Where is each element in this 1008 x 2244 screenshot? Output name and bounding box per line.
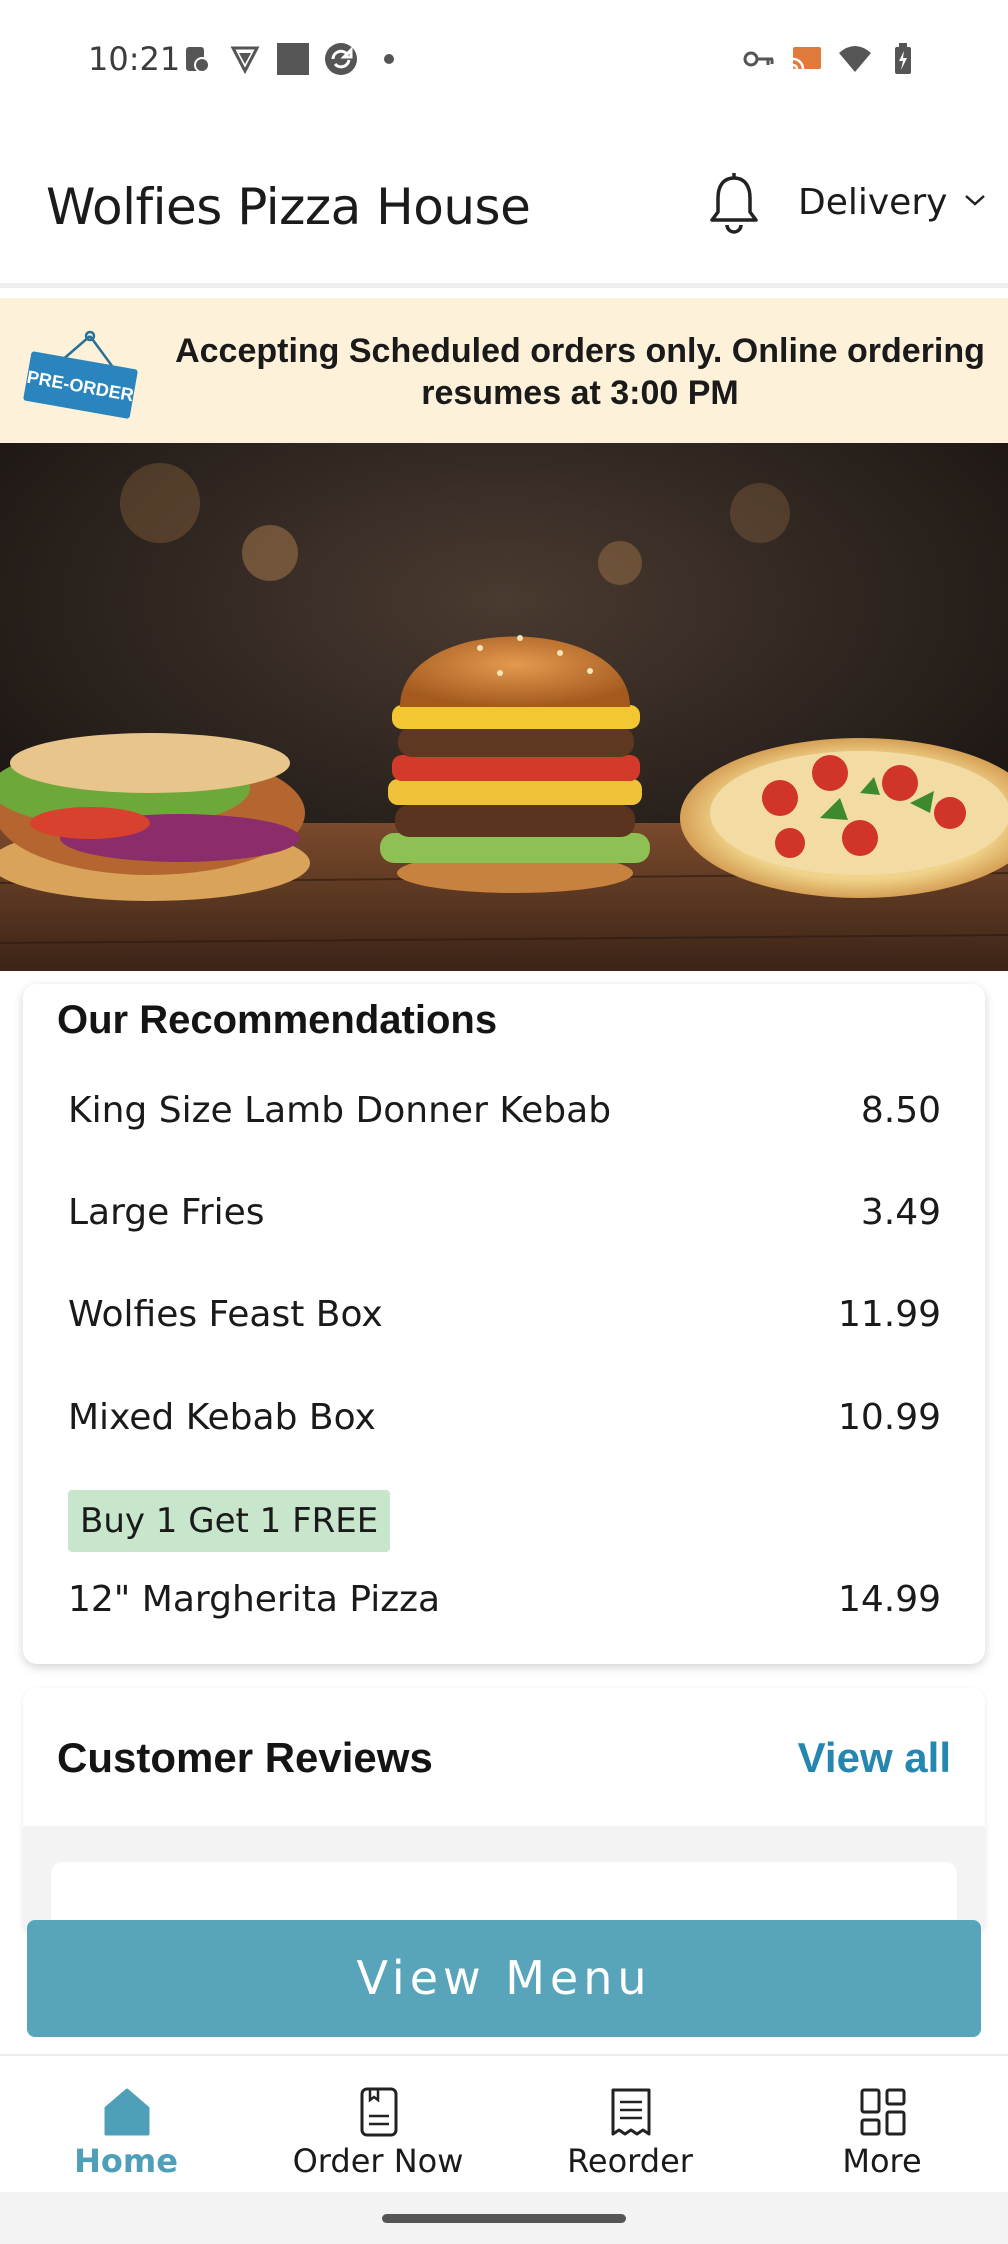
sync-icon (324, 42, 358, 76)
recommendation-item[interactable]: Wolfies Feast Box 11.99 (68, 1294, 941, 1335)
app-header: Wolfies Pizza House Delivery (0, 120, 1008, 288)
item-price: 14.99 (837, 1579, 941, 1620)
gesture-bar (0, 2192, 1008, 2244)
notification-icons (180, 42, 406, 76)
item-name: King Size Lamb Donner Kebab (68, 1090, 612, 1131)
delivery-mode-label: Delivery (798, 182, 948, 223)
reviews-title: Customer Reviews (57, 1734, 433, 1781)
status-bar: 10:21 (0, 0, 1008, 120)
cast-icon (790, 42, 824, 76)
home-icon (102, 2086, 152, 2138)
clipboard-icon (180, 42, 214, 76)
bottom-navigation: Home Order Now Reorder More (0, 2054, 1008, 2192)
item-price: 8.50 (860, 1090, 941, 1131)
system-icons (742, 42, 920, 76)
view-menu-button[interactable]: View Menu (27, 1920, 981, 2037)
nav-label: More (842, 2142, 922, 2180)
preorder-banner: PRE-ORDER Accepting Scheduled orders onl… (0, 298, 1008, 443)
square-icon (276, 42, 310, 76)
preorder-tag-icon: PRE-ORDER (20, 328, 140, 428)
receipt-icon (606, 2086, 656, 2138)
nav-reorder[interactable]: Reorder (504, 2056, 756, 2194)
reviews-list (23, 1826, 985, 1928)
item-name: Wolfies Feast Box (68, 1294, 383, 1335)
recommendations-card: Our Recommendations King Size Lamb Donne… (23, 984, 985, 1664)
item-name: Large Fries (68, 1192, 265, 1233)
review-card (51, 1862, 957, 1928)
customer-reviews-card: Customer Reviews View all (23, 1688, 985, 1928)
nav-label: Home (74, 2142, 178, 2180)
status-time: 10:21 (88, 40, 181, 78)
order-icon (354, 2086, 404, 2138)
grid-icon (858, 2086, 908, 2138)
bell-icon[interactable] (706, 172, 762, 236)
key-icon (742, 42, 776, 76)
item-price: 3.49 (860, 1192, 941, 1233)
battery-icon (886, 42, 920, 76)
item-price: 10.99 (837, 1397, 941, 1438)
nav-order-now[interactable]: Order Now (252, 2056, 504, 2194)
recommendation-item[interactable]: Mixed Kebab Box 10.99 (68, 1397, 941, 1438)
nav-home[interactable]: Home (0, 2056, 252, 2194)
delivery-mode-selector[interactable]: Delivery (798, 182, 987, 223)
banner-message: Accepting Scheduled orders only. Online … (175, 332, 985, 412)
shield-icon (228, 42, 262, 76)
page-title: Wolfies Pizza House (46, 178, 531, 236)
view-all-reviews-link[interactable]: View all (798, 1734, 951, 1782)
home-gesture-handle[interactable] (382, 2214, 626, 2223)
nav-more[interactable]: More (756, 2056, 1008, 2194)
chevron-down-icon (963, 192, 987, 213)
recommendations-title: Our Recommendations (57, 998, 498, 1042)
recommendation-item[interactable]: King Size Lamb Donner Kebab 8.50 (68, 1090, 941, 1131)
recommendation-item[interactable]: 12" Margherita Pizza 14.99 (68, 1579, 941, 1620)
item-name: Mixed Kebab Box (68, 1397, 376, 1438)
hero-food-image (0, 443, 1008, 971)
nav-label: Reorder (567, 2142, 693, 2180)
promo-badge: Buy 1 Get 1 FREE (68, 1490, 391, 1552)
dot-icon (372, 42, 406, 76)
item-name: 12" Margherita Pizza (68, 1579, 441, 1620)
wifi-icon (838, 42, 872, 76)
item-price: 11.99 (837, 1294, 941, 1335)
nav-label: Order Now (292, 2142, 464, 2180)
recommendation-item[interactable]: Large Fries 3.49 (68, 1192, 941, 1233)
